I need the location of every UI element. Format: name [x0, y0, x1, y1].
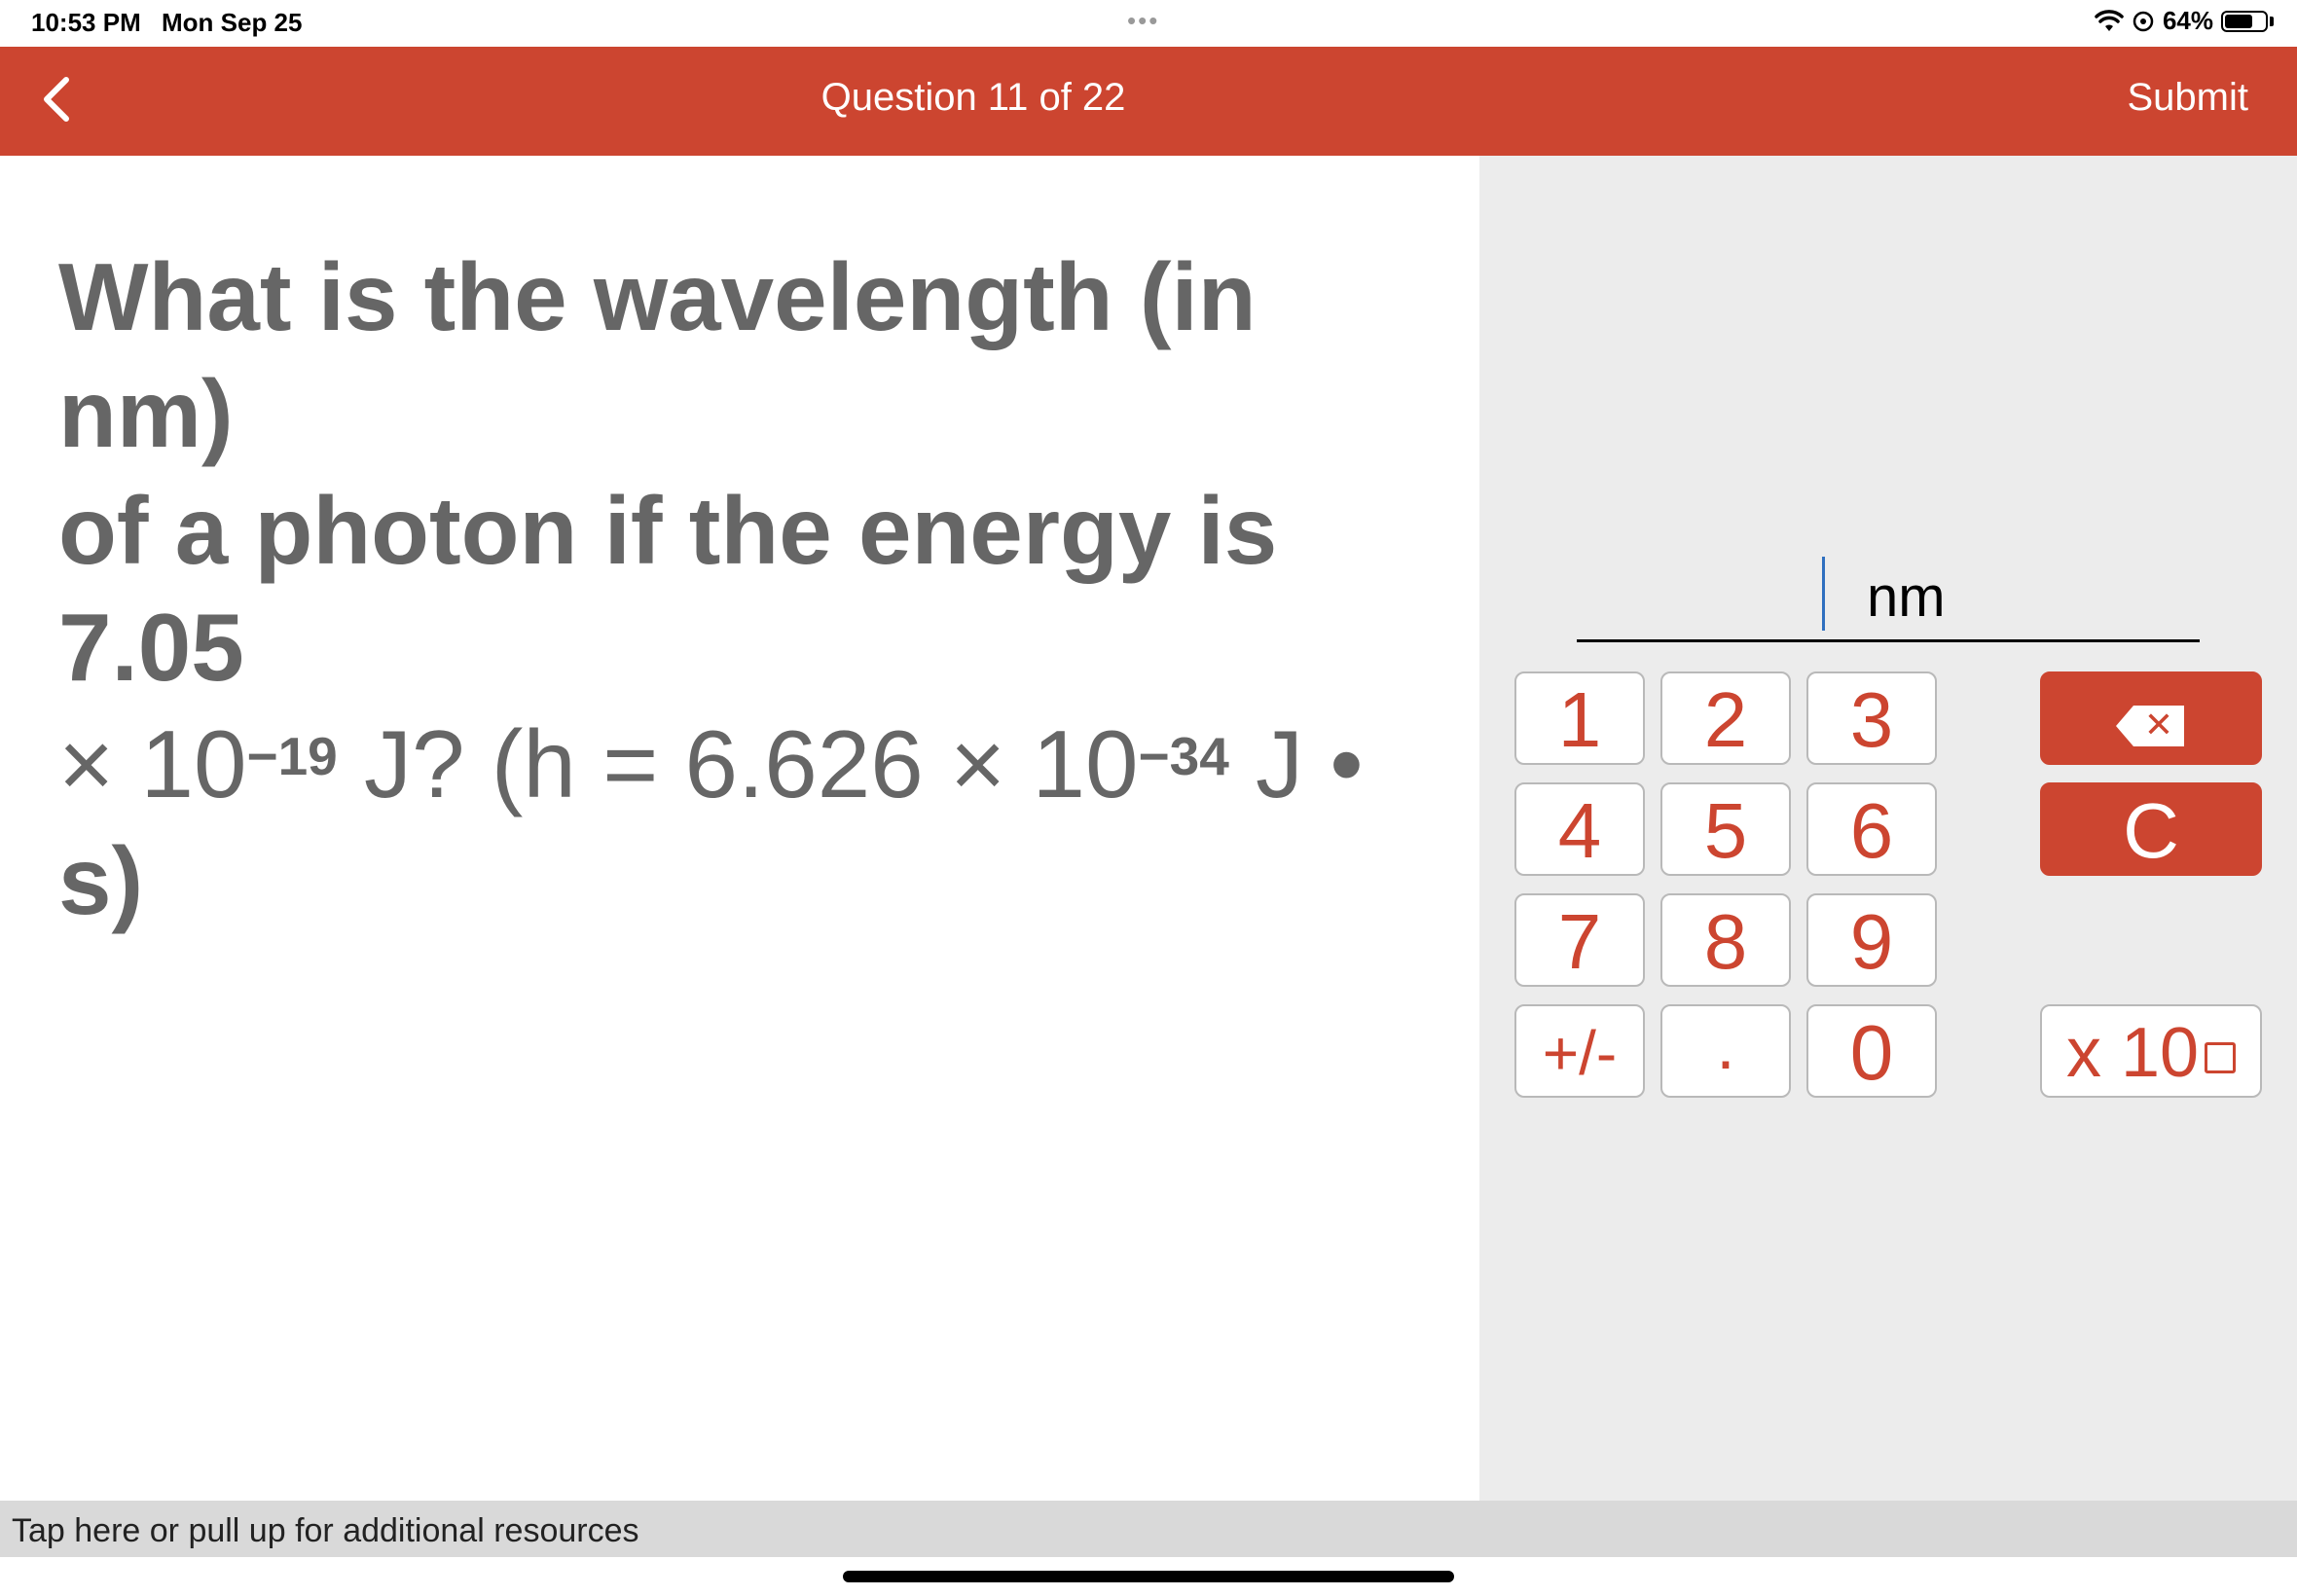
- clear-button[interactable]: C: [2040, 782, 2262, 876]
- key-4[interactable]: 4: [1514, 782, 1645, 876]
- key-1[interactable]: 1: [1514, 671, 1645, 765]
- question-line-3-c: J •: [1228, 710, 1364, 817]
- question-text: What is the wavelength (in nm) of a phot…: [58, 238, 1450, 939]
- key-6[interactable]: 6: [1806, 782, 1937, 876]
- key-2[interactable]: 2: [1660, 671, 1791, 765]
- backspace-icon: ✕: [2116, 705, 2184, 746]
- key-decimal[interactable]: .: [1660, 1004, 1791, 1098]
- battery-icon: [2221, 10, 2268, 32]
- status-indicators: 64%: [2095, 6, 2274, 36]
- key-3[interactable]: 3: [1806, 671, 1937, 765]
- exponent-1: −19: [246, 726, 338, 786]
- exponent-label: x 10: [2065, 1014, 2200, 1092]
- question-line-3-b: J? (h = 6.626 × 10: [337, 710, 1139, 817]
- additional-resources-bar[interactable]: Tap here or pull up for additional resou…: [0, 1501, 2297, 1557]
- key-plus-minus[interactable]: +/-: [1514, 1004, 1645, 1098]
- battery-tip: [2270, 16, 2274, 26]
- question-line-1: What is the wavelength (in nm): [58, 243, 1257, 467]
- key-9[interactable]: 9: [1806, 893, 1937, 987]
- status-date: Mon Sep 25: [162, 8, 303, 37]
- question-line-4: s): [58, 827, 144, 934]
- battery-percent: 64%: [2162, 6, 2213, 35]
- answer-underline[interactable]: [1577, 639, 2200, 642]
- question-counter-text: Question 11 of 22: [820, 76, 1126, 119]
- wifi-icon: [2095, 9, 2124, 31]
- key-0[interactable]: 0: [1806, 1004, 1937, 1098]
- key-8[interactable]: 8: [1660, 893, 1791, 987]
- answer-unit: nm: [1867, 565, 1946, 629]
- status-time: 10:53 PM: [31, 8, 141, 37]
- question-line-2: of a photon if the energy is 7.05: [58, 477, 1278, 701]
- status-bar: 10:53 PM Mon Sep 25 ••• 64%: [0, 0, 2297, 47]
- home-indicator[interactable]: [843, 1571, 1454, 1582]
- location-icon: [2133, 11, 2154, 31]
- exponent-2: −34: [1138, 726, 1229, 786]
- key-7[interactable]: 7: [1514, 893, 1645, 987]
- multitask-dots[interactable]: •••: [1127, 6, 1159, 36]
- exponent-box-icon: [2205, 1041, 2237, 1073]
- backspace-glyph: ✕: [2144, 706, 2173, 745]
- backspace-button[interactable]: ✕: [2040, 671, 2262, 765]
- submit-button[interactable]: Submit: [2128, 76, 2249, 120]
- text-cursor: [1822, 557, 1825, 631]
- header-bar: Question 11 of 22 Submit: [0, 47, 2297, 156]
- answer-panel: nm 1 2 3 4 5 6 7 8 9 +/- . 0 ✕ C x 10: [1479, 156, 2297, 1501]
- exponent-button[interactable]: x 10: [2040, 1004, 2262, 1098]
- question-counter: Question 11 of 22: [0, 76, 2297, 120]
- resources-text: Tap here or pull up for additional resou…: [12, 1512, 639, 1549]
- question-line-3: × 10−19 J? (h = 6.626 × 10−34 J •: [58, 706, 1450, 822]
- question-line-3-a: × 10: [58, 710, 247, 817]
- key-5[interactable]: 5: [1660, 782, 1791, 876]
